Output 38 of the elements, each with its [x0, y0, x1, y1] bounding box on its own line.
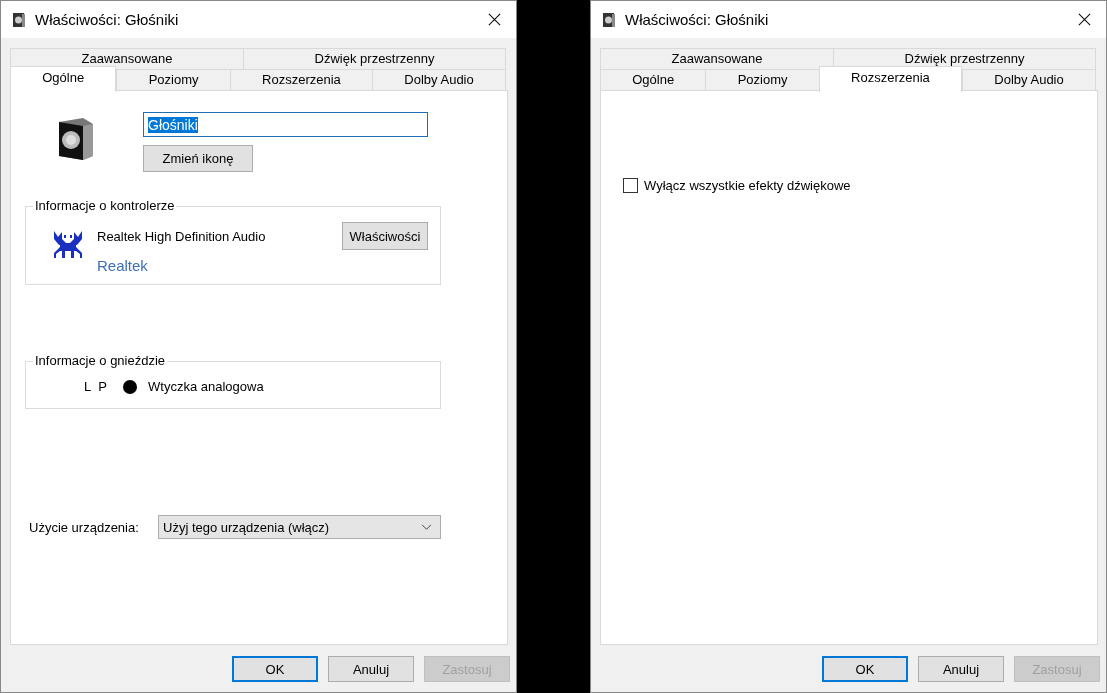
tab[interactable]: Dolby Audio	[962, 69, 1096, 90]
vendor-link[interactable]: Realtek	[97, 257, 342, 274]
window-title: Właściwości: Głośniki	[35, 11, 180, 28]
tab[interactable]: Dolby Audio	[372, 69, 506, 90]
dialog-button[interactable]: Anuluj	[328, 656, 414, 682]
device-name: Realtek High Definition Audio	[97, 229, 267, 244]
crab-logo-icon	[51, 229, 85, 259]
tab[interactable]: Rozszerzenia	[818, 66, 963, 92]
change-icon-button[interactable]: Zmień ikonę	[143, 145, 253, 172]
properties-button[interactable]: Właściwości	[342, 222, 428, 250]
tab[interactable]: Dźwięk przestrzenny	[833, 48, 1096, 69]
window-title: Właściwości: Głośniki	[625, 11, 770, 28]
channel-label: L P	[84, 379, 110, 394]
jack-type: Wtyczka analogowa	[148, 379, 264, 394]
tab[interactable]: Zaawansowane	[600, 48, 834, 69]
tab[interactable]: Dźwięk przestrzenny	[243, 48, 506, 69]
chevron-down-icon	[421, 523, 432, 531]
name-field[interactable]: Głośniki	[143, 112, 428, 137]
jack-dot-icon	[123, 379, 138, 394]
speaker-icon	[601, 11, 617, 28]
checkbox[interactable]	[623, 178, 638, 193]
speaker-icon	[11, 11, 27, 28]
tab[interactable]: Rozszerzenia	[229, 69, 373, 90]
close-icon[interactable]	[487, 12, 502, 27]
tab[interactable]: Poziomy	[116, 69, 230, 90]
checkbox-label: Wyłącz wszystkie efekty dźwiękowe	[644, 178, 851, 193]
dialog-button[interactable]: OK	[232, 656, 318, 682]
device-usage-label: Użycie urządzenia:	[29, 519, 140, 535]
dialog-button[interactable]: Anuluj	[918, 656, 1004, 682]
dialog-button[interactable]: OK	[822, 656, 908, 682]
tab[interactable]: Poziomy	[705, 69, 819, 90]
tab[interactable]: Ogólne	[600, 69, 706, 90]
close-icon[interactable]	[1077, 12, 1092, 27]
tab[interactable]: Ogólne	[10, 66, 117, 92]
tab[interactable]: Zaawansowane	[10, 48, 244, 69]
group-title: Informacje o gnieździe	[33, 353, 168, 368]
group-title: Informacje o kontrolerze	[33, 198, 177, 213]
device-usage-dropdown[interactable]: Użyj tego urządzenia (włącz)	[158, 515, 441, 539]
